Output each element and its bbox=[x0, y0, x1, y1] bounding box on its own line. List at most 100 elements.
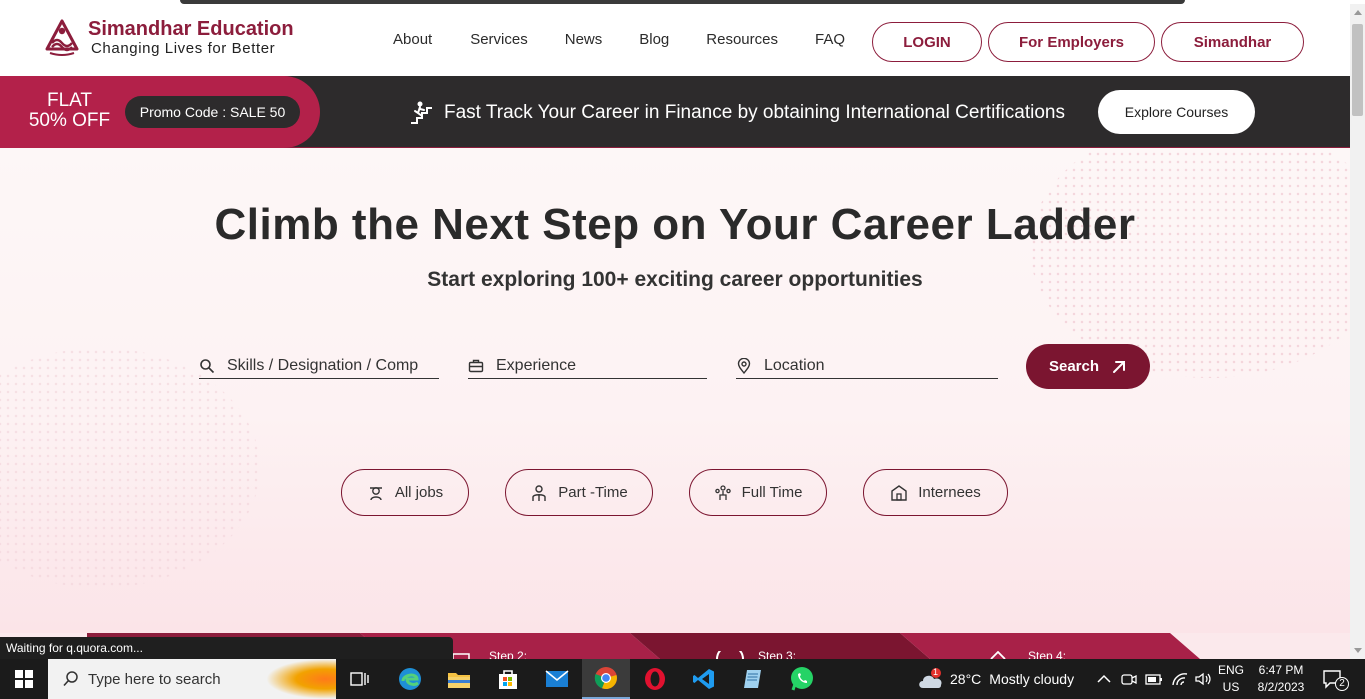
search-button[interactable]: Search bbox=[1026, 344, 1150, 389]
taskbar-search-placeholder: Type here to search bbox=[88, 670, 221, 688]
promo-discount: FLAT 50% OFF bbox=[22, 91, 117, 131]
hero-title: Climb the Next Step on Your Career Ladde… bbox=[214, 200, 1136, 249]
file-explorer-button[interactable] bbox=[435, 659, 483, 699]
search-icon bbox=[63, 671, 78, 687]
vscode-button[interactable] bbox=[680, 659, 728, 699]
filter-internees[interactable]: Internees bbox=[863, 469, 1008, 516]
filter-all-jobs-label: All jobs bbox=[394, 484, 444, 501]
nav-about[interactable]: About bbox=[393, 30, 432, 50]
mail-icon bbox=[545, 670, 569, 687]
step3-icon bbox=[716, 651, 744, 659]
briefcase-icon bbox=[468, 359, 484, 372]
folder-icon bbox=[448, 673, 470, 688]
all-jobs-icon bbox=[369, 486, 382, 500]
skills-placeholder: Skills / Designation / Comp bbox=[227, 356, 419, 374]
brand-tagline: Changing Lives for Better bbox=[91, 40, 276, 57]
decorative-dot-pattern-left bbox=[0, 348, 260, 588]
page-scrollbar[interactable] bbox=[1350, 4, 1365, 659]
opera-icon bbox=[645, 668, 665, 690]
nav-services[interactable]: Services bbox=[470, 30, 528, 50]
filter-full-time[interactable]: Full Time bbox=[689, 469, 827, 516]
start-button[interactable] bbox=[0, 659, 48, 699]
wifi-icon[interactable] bbox=[1171, 672, 1189, 686]
opera-button[interactable] bbox=[631, 659, 679, 699]
step2-icon bbox=[452, 653, 470, 659]
step2-label: Step 2: bbox=[489, 649, 528, 659]
promo-message: Fast Track Your Career in Finance by obt… bbox=[408, 100, 1065, 126]
language-code: ENG bbox=[1217, 663, 1244, 677]
system-tray-icons bbox=[1097, 659, 1213, 699]
brand-logo[interactable]: Simandhar Education Changing Lives for B… bbox=[44, 18, 294, 58]
location-pin-icon bbox=[737, 357, 751, 374]
simandhar-button[interactable]: Simandhar bbox=[1161, 22, 1304, 62]
promo-flat-label: FLAT bbox=[46, 90, 93, 111]
hero-section: Climb the Next Step on Your Career Ladde… bbox=[0, 148, 1350, 633]
brand-title: Simandhar Education bbox=[88, 18, 294, 40]
task-view-icon bbox=[350, 672, 369, 686]
nav-blog[interactable]: Blog bbox=[639, 30, 669, 50]
search-highlight-image bbox=[266, 659, 336, 699]
for-employers-button[interactable]: For Employers bbox=[988, 22, 1155, 62]
explore-courses-button[interactable]: Explore Courses bbox=[1098, 90, 1255, 134]
notification-center-button[interactable]: 2 bbox=[1322, 659, 1349, 699]
search-button-label: Search bbox=[1048, 358, 1100, 375]
experience-input[interactable]: Experience bbox=[468, 353, 707, 379]
edge-icon bbox=[399, 668, 421, 690]
volume-icon[interactable] bbox=[1195, 672, 1213, 686]
weather-temp: 28°C bbox=[950, 671, 982, 687]
weather-widget[interactable]: 1 28°C Mostly cloudy bbox=[916, 659, 1074, 699]
filter-part-time[interactable]: Part -Time bbox=[505, 469, 653, 516]
login-button[interactable]: LOGIN bbox=[872, 22, 982, 62]
scroll-up-arrow-icon[interactable] bbox=[1354, 10, 1362, 15]
mail-button[interactable] bbox=[533, 659, 581, 699]
clock-time: 6:47 PM bbox=[1258, 663, 1304, 677]
notepad-button[interactable] bbox=[729, 659, 777, 699]
keyboard-region: US bbox=[1222, 680, 1240, 694]
browser-status-text: Waiting for q.quora.com... bbox=[0, 637, 453, 659]
vscode-icon bbox=[693, 669, 714, 689]
chrome-icon bbox=[594, 667, 617, 690]
battery-icon[interactable] bbox=[1145, 672, 1163, 686]
step3-label: Step 3: bbox=[758, 649, 797, 659]
filter-part-time-label: Part -Time bbox=[558, 484, 628, 501]
promo-banner: FLAT 50% OFF Promo Code : SALE 50 Fast T… bbox=[0, 76, 1350, 148]
site-header: Simandhar Education Changing Lives for B… bbox=[0, 4, 1350, 76]
career-climb-icon bbox=[411, 101, 432, 124]
language-indicator[interactable]: ENG US bbox=[1216, 662, 1246, 696]
edge-browser-button[interactable] bbox=[386, 659, 434, 699]
clock-date: 8/2/2023 bbox=[1257, 680, 1305, 694]
skills-search-input[interactable]: Skills / Designation / Comp bbox=[199, 353, 439, 379]
whatsapp-icon bbox=[791, 667, 813, 691]
filter-internees-label: Internees bbox=[918, 484, 981, 501]
notification-count: 2 bbox=[1335, 677, 1349, 691]
whatsapp-button[interactable] bbox=[778, 659, 826, 699]
location-input[interactable]: Location bbox=[736, 353, 998, 379]
location-placeholder: Location bbox=[764, 356, 825, 374]
windows-taskbar: Type here to search 1 28°C Mostly cloudy bbox=[0, 659, 1365, 699]
hero-subtitle: Start exploring 100+ exciting career opp… bbox=[427, 268, 923, 291]
scrollbar-thumb[interactable] bbox=[1352, 24, 1363, 116]
task-view-button[interactable] bbox=[336, 659, 384, 699]
chevron-up-icon[interactable] bbox=[1097, 674, 1111, 684]
nav-faq[interactable]: FAQ bbox=[815, 30, 845, 50]
windows-logo-icon bbox=[15, 670, 33, 688]
promo-message-text: Fast Track Your Career in Finance by obt… bbox=[444, 102, 1065, 123]
taskbar-clock[interactable]: 6:47 PM 8/2/2023 bbox=[1250, 662, 1312, 696]
taskbar-search-box[interactable]: Type here to search bbox=[48, 659, 336, 699]
notepad-icon bbox=[744, 670, 761, 688]
nav-news[interactable]: News bbox=[565, 30, 603, 50]
nav-resources[interactable]: Resources bbox=[706, 30, 778, 50]
office-building-icon bbox=[891, 484, 907, 501]
scroll-down-arrow-icon[interactable] bbox=[1354, 648, 1362, 653]
promo-off-label: 50% OFF bbox=[28, 110, 111, 131]
team-icon bbox=[714, 484, 731, 500]
arrow-up-right-icon bbox=[1113, 360, 1126, 373]
step4-label: Step 4: bbox=[1028, 649, 1067, 659]
meet-now-icon[interactable] bbox=[1121, 671, 1137, 687]
step4-icon bbox=[990, 651, 1006, 659]
store-button[interactable] bbox=[484, 659, 532, 699]
chrome-button[interactable] bbox=[582, 659, 630, 699]
worker-icon bbox=[532, 484, 546, 501]
filter-all-jobs[interactable]: All jobs bbox=[341, 469, 469, 516]
simandhar-logo-icon bbox=[45, 19, 79, 56]
